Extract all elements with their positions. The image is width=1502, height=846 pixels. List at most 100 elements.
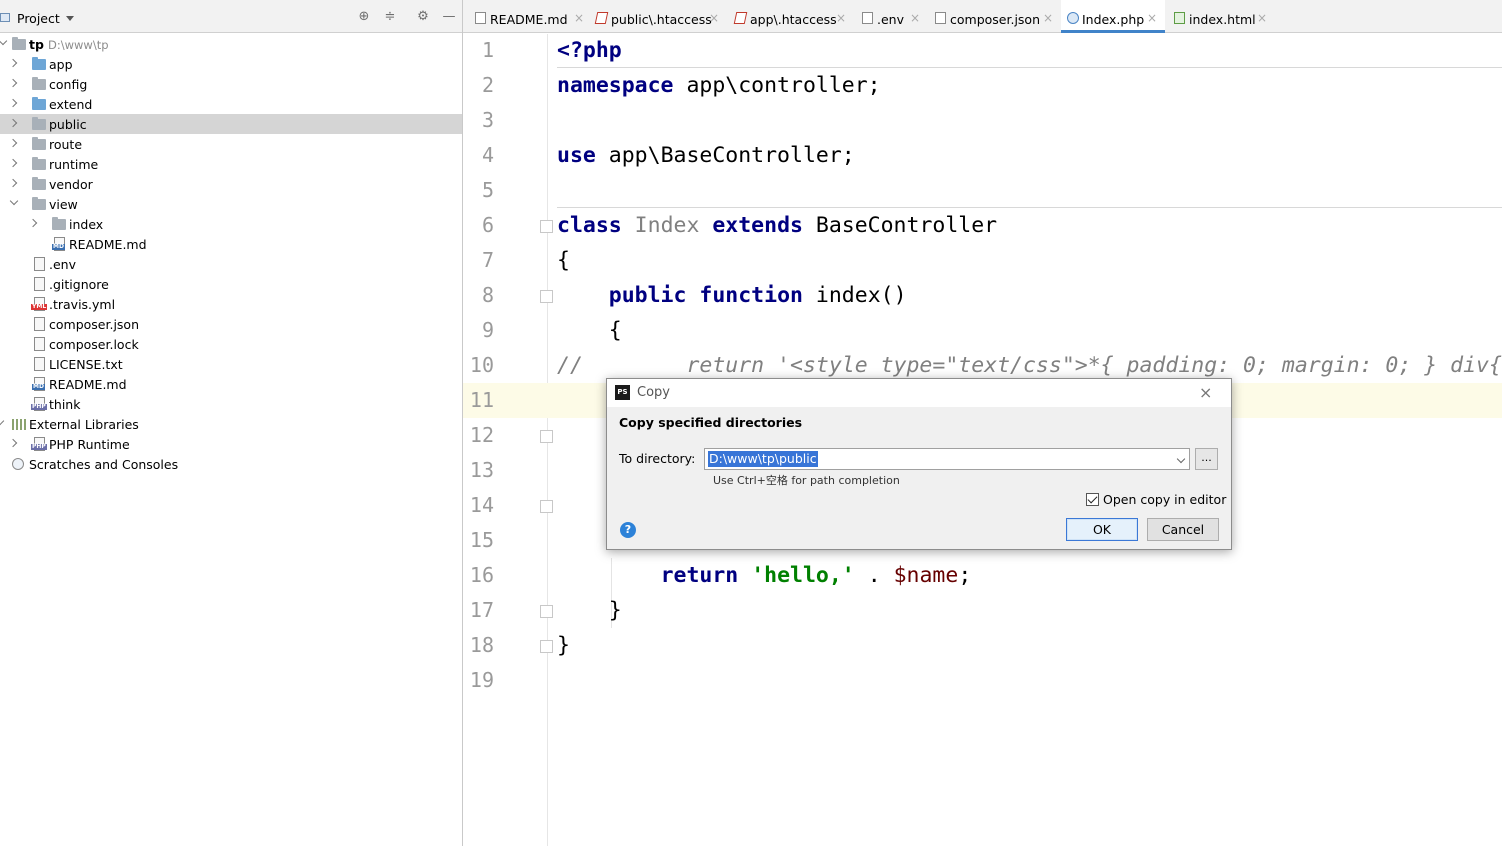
tab-label: index.html xyxy=(1189,12,1256,27)
line-number: 11 xyxy=(469,388,494,412)
code-text: app\controller; xyxy=(673,73,881,98)
chevron-right-icon[interactable] xyxy=(8,78,18,88)
code-line-18: } xyxy=(557,633,570,658)
tree-item-view[interactable]: view xyxy=(0,194,462,214)
tree-item-think[interactable]: PHP think xyxy=(0,394,462,414)
folder-icon xyxy=(12,37,26,50)
folder-icon xyxy=(32,177,46,190)
chevron-down-icon[interactable] xyxy=(0,416,5,426)
help-icon[interactable]: ? xyxy=(620,522,636,538)
fold-marker-icon[interactable] xyxy=(540,640,553,653)
tab-index-html[interactable]: index.html × xyxy=(1168,0,1272,33)
tab-public-htaccess[interactable]: public\.htaccess × xyxy=(590,0,726,33)
tree-item-extend[interactable]: extend xyxy=(0,94,462,114)
hide-panel-icon[interactable]: — xyxy=(442,10,456,24)
fold-marker-icon[interactable] xyxy=(540,500,553,513)
dialog-heading: Copy specified directories xyxy=(619,415,803,430)
close-icon[interactable]: × xyxy=(1257,11,1267,25)
copy-dialog: PS Copy × Copy specified directories To … xyxy=(606,378,1232,550)
fold-marker-icon[interactable] xyxy=(540,430,553,443)
tree-item-config[interactable]: config xyxy=(0,74,462,94)
collapse-all-icon[interactable]: ≑ xyxy=(383,10,397,24)
locate-icon[interactable]: ⊕ xyxy=(357,10,371,24)
source-folder-icon xyxy=(32,57,46,70)
chevron-down-icon[interactable] xyxy=(9,196,19,206)
tree-item-label: public xyxy=(49,117,87,132)
tab-index-php[interactable]: Index.php × xyxy=(1061,0,1165,33)
fold-marker-icon[interactable] xyxy=(540,605,553,618)
open-copy-label[interactable]: Open copy in editor xyxy=(1103,492,1226,507)
tree-item-label: route xyxy=(49,137,83,152)
tree-item-travis[interactable]: YML .travis.yml xyxy=(0,294,462,314)
line-number: 14 xyxy=(469,493,494,517)
tab-env[interactable]: .env × xyxy=(856,0,926,33)
tab-label: README.md xyxy=(490,12,568,27)
tab-readme-md[interactable]: README.md × xyxy=(469,0,587,33)
chevron-right-icon[interactable] xyxy=(8,58,18,68)
chevron-right-icon[interactable] xyxy=(8,158,18,168)
cancel-button[interactable]: Cancel xyxy=(1147,518,1219,541)
project-panel-header: Project ⊕ ≑ ⚙ — xyxy=(0,0,462,33)
open-copy-checkbox[interactable] xyxy=(1086,493,1099,506)
folder-icon xyxy=(32,137,46,150)
chevron-down-icon[interactable] xyxy=(1176,454,1186,464)
tree-item-runtime[interactable]: runtime xyxy=(0,154,462,174)
dialog-titlebar[interactable]: PS Copy × xyxy=(607,379,1231,407)
tab-app-htaccess[interactable]: app\.htaccess × xyxy=(729,0,853,33)
tree-item-gitignore[interactable]: .gitignore xyxy=(0,274,462,294)
tree-item-index[interactable]: index xyxy=(0,214,462,234)
tree-item-app[interactable]: app xyxy=(0,54,462,74)
close-icon[interactable]: × xyxy=(1199,383,1212,402)
tree-item-scratches[interactable]: Scratches and Consoles xyxy=(0,454,462,474)
to-directory-input[interactable]: D:\www\tp\public xyxy=(704,448,1190,470)
close-icon[interactable]: × xyxy=(1043,11,1053,25)
folder-icon xyxy=(52,217,66,230)
close-icon[interactable]: × xyxy=(910,11,920,25)
tree-item-route[interactable]: route xyxy=(0,134,462,154)
tree-item-env[interactable]: .env xyxy=(0,254,462,274)
code-text: app\BaseController; xyxy=(595,143,855,168)
close-icon[interactable]: × xyxy=(709,11,719,25)
tree-item-label: .travis.yml xyxy=(49,297,116,312)
close-icon[interactable]: × xyxy=(574,11,584,25)
tab-composer-json[interactable]: composer.json × xyxy=(929,0,1060,33)
ok-button[interactable]: OK xyxy=(1066,518,1138,541)
tree-item-label: Scratches and Consoles xyxy=(29,457,179,472)
gear-icon[interactable]: ⚙ xyxy=(416,10,430,24)
chevron-right-icon[interactable] xyxy=(8,138,18,148)
fold-marker-icon[interactable] xyxy=(540,220,553,233)
gitignore-file-icon xyxy=(34,277,45,291)
tree-item-external-libraries[interactable]: External Libraries xyxy=(0,414,462,434)
chevron-right-icon[interactable] xyxy=(8,178,18,188)
line-number: 18 xyxy=(469,633,494,657)
tree-item-php-runtime[interactable]: PHP PHP Runtime xyxy=(0,434,462,454)
tree-item-label: think xyxy=(49,397,81,412)
chevron-right-icon[interactable] xyxy=(8,118,18,128)
line-number: 15 xyxy=(469,528,494,552)
project-view-selector[interactable]: Project xyxy=(17,11,60,26)
tree-item-root[interactable]: tp D:\www\tp xyxy=(0,34,462,54)
code-line-8: public function index() xyxy=(557,278,907,313)
close-icon[interactable]: × xyxy=(1147,11,1157,25)
tree-item-vendor[interactable]: vendor xyxy=(0,174,462,194)
chevron-right-icon[interactable] xyxy=(28,218,38,228)
chevron-right-icon[interactable] xyxy=(8,98,18,108)
text-file-icon xyxy=(862,12,873,24)
line-number: 5 xyxy=(481,178,494,202)
tree-item-composer-lock[interactable]: composer.lock xyxy=(0,334,462,354)
tree-item-readme[interactable]: MD README.md xyxy=(0,374,462,394)
chevron-down-icon[interactable] xyxy=(66,16,74,21)
browse-button[interactable]: ... xyxy=(1195,448,1218,470)
fold-marker-icon[interactable] xyxy=(540,290,553,303)
tree-item-composer-json[interactable]: composer.json xyxy=(0,314,462,334)
chevron-down-icon[interactable] xyxy=(0,36,8,46)
folder-icon xyxy=(32,117,46,130)
tree-item-label: composer.json xyxy=(49,317,140,332)
chevron-right-icon[interactable] xyxy=(8,438,18,448)
tree-item-license[interactable]: LICENSE.txt xyxy=(0,354,462,374)
close-icon[interactable]: × xyxy=(836,11,846,25)
tree-item-view-readme[interactable]: MD README.md xyxy=(0,234,462,254)
tree-item-public[interactable]: public xyxy=(0,114,462,134)
to-directory-value[interactable]: D:\www\tp\public xyxy=(708,451,818,467)
